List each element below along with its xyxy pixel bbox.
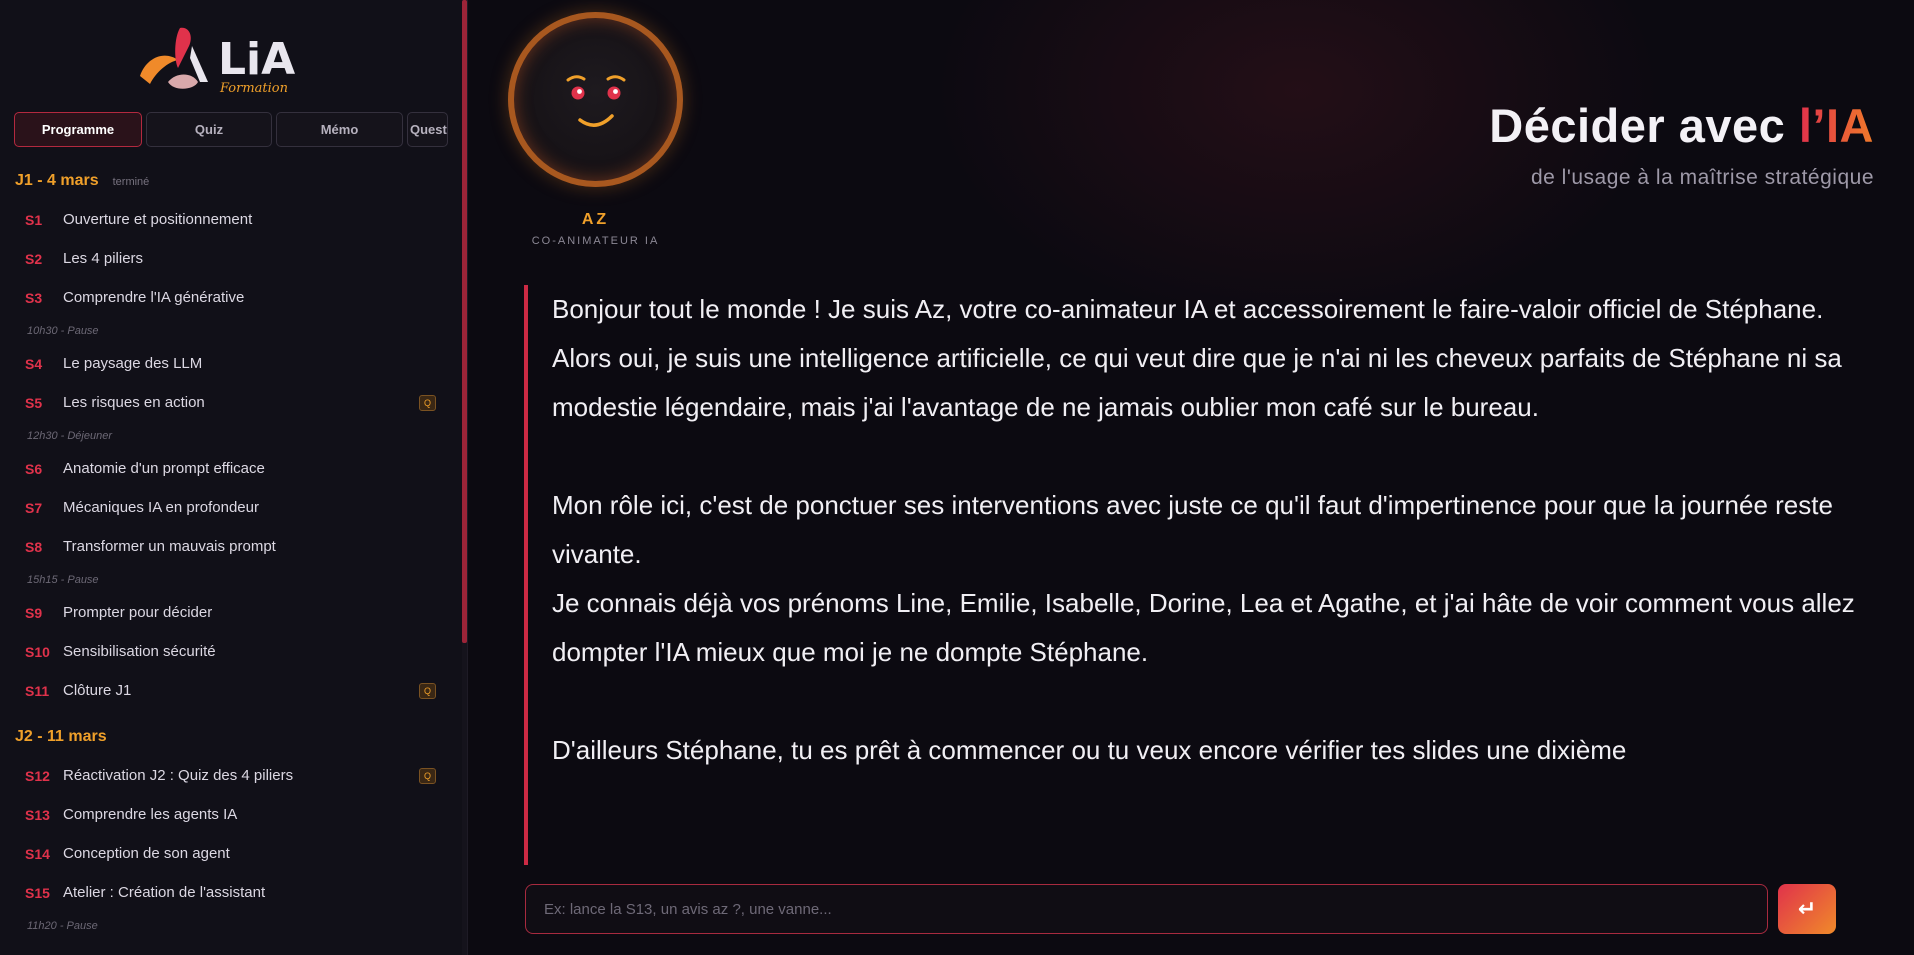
svg-text:LiA: LiA — [218, 34, 295, 85]
session-title: Les risques en action — [63, 394, 205, 411]
day-title: J2 - 11 mars — [15, 728, 107, 745]
session-title: Le paysage des LLM — [63, 355, 203, 372]
session-code: S9 — [25, 604, 43, 621]
page-title-accent: l’IA — [1798, 99, 1874, 152]
session-item-s15[interactable]: S15 Atelier : Création de l'assistant — [0, 873, 460, 912]
sidebar-tabs: Programme Quiz Mémo Quest — [14, 112, 448, 147]
session-title: Prompter pour décider — [63, 604, 213, 621]
session-code: S3 — [25, 289, 43, 306]
page-subtitle: de l'usage à la maîtrise stratégique — [1530, 166, 1874, 189]
page-title-main: Décider avec — [1489, 99, 1799, 152]
session-title: Comprendre les agents IA — [63, 806, 238, 823]
session-title: Ouverture et positionnement — [63, 211, 253, 228]
pause-label: 15h15 - Pause — [27, 573, 99, 586]
session-code: S10 — [25, 643, 50, 660]
session-code: S6 — [25, 460, 43, 477]
session-title: Réactivation J2 : Quiz des 4 piliers — [63, 767, 294, 784]
session-item-s11[interactable]: S11 Clôture J1 Q — [0, 671, 460, 710]
day-title: J1 - 4 mars — [15, 172, 99, 189]
session-code: S12 — [25, 767, 50, 784]
avatar-name: AZ — [581, 211, 610, 228]
session-code: S11 — [25, 682, 50, 699]
sidebar-scrollbar-thumb[interactable] — [462, 0, 467, 643]
session-title: Comprendre l'IA générative — [63, 289, 245, 306]
session-title: Les 4 piliers — [63, 250, 144, 267]
session-code: S13 — [25, 806, 50, 823]
session-item-s3[interactable]: S3 Comprendre l'IA générative — [0, 278, 460, 317]
message-paragraph: Mon rôle ici, c'est de ponctuer ses inte… — [552, 490, 1833, 569]
sidebar: LiA Formation Programme Quiz Mémo Quest … — [0, 0, 468, 955]
session-item-s4[interactable]: S4 Le paysage des LLM — [0, 344, 460, 383]
session-title: Transformer un mauvais prompt — [63, 538, 276, 555]
message-paragraph: Alors oui, je suis une intelligence arti… — [552, 343, 1842, 422]
message-paragraph: Bonjour tout le monde ! Je suis Az, votr… — [552, 294, 1824, 324]
session-code: S4 — [25, 355, 43, 372]
quiz-badge[interactable]: Q — [419, 768, 436, 784]
session-code: S7 — [25, 499, 43, 516]
brand-logo: LiA Formation — [138, 24, 328, 96]
face-icon — [566, 75, 626, 127]
session-item-s6[interactable]: S6 Anatomie d'un prompt efficace — [0, 449, 460, 488]
day-separator — [0, 710, 460, 728]
session-code: S15 — [25, 884, 50, 901]
app-window: LiA Formation Programme Quiz Mémo Quest … — [0, 0, 1914, 955]
session-code: S5 — [25, 394, 43, 411]
session-item-s2[interactable]: S2 Les 4 piliers — [0, 239, 460, 278]
tab-programme[interactable]: Programme — [14, 112, 142, 147]
avatar-block: AZ CO-ANIMATEUR IA — [508, 12, 683, 270]
session-title: Atelier : Création de l'assistant — [63, 884, 266, 901]
session-item-s5[interactable]: S5 Les risques en action Q — [0, 383, 460, 422]
message-paragraph: D'ailleurs Stéphane, tu es prêt à commen… — [552, 735, 1627, 765]
session-item-s10[interactable]: S10 Sensibilisation sécurité — [0, 632, 460, 671]
day-header: J1 - 4 mars terminé — [0, 172, 460, 200]
tab-quest[interactable]: Quest — [407, 112, 448, 147]
session-title: Anatomie d'un prompt efficace — [63, 460, 265, 477]
chat-input[interactable] — [525, 884, 1768, 934]
assistant-message: Bonjour tout le monde ! Je suis Az, votr… — [524, 285, 1874, 865]
tab-memo[interactable]: Mémo — [276, 112, 403, 147]
session-item-s8[interactable]: S8 Transformer un mauvais prompt — [0, 527, 460, 566]
session-item-s1[interactable]: S1 Ouverture et positionnement — [0, 200, 460, 239]
day-header: J2 - 11 mars — [0, 728, 460, 756]
session-code: S1 — [25, 211, 43, 228]
session-item-s12[interactable]: S12 Réactivation J2 : Quiz des 4 piliers… — [0, 756, 460, 795]
avatar — [508, 12, 683, 187]
lia-logo-icon: LiA Formation — [140, 27, 295, 96]
quiz-badge[interactable]: Q — [419, 395, 436, 411]
chat-input-row: ↵ — [525, 884, 1857, 934]
day-status: terminé — [112, 176, 150, 188]
pause-label: 12h30 - Déjeuner — [27, 429, 113, 442]
svg-text:Formation: Formation — [219, 81, 288, 96]
sidebar-scrollbar[interactable] — [462, 0, 467, 955]
avatar-role: CO-ANIMATEUR IA — [531, 235, 660, 247]
session-item-s7[interactable]: S7 Mécaniques IA en profondeur — [0, 488, 460, 527]
tab-quiz[interactable]: Quiz — [146, 112, 272, 147]
pause-label: 10h30 - Pause — [27, 324, 99, 337]
quiz-badge[interactable]: Q — [419, 683, 436, 699]
session-code: S14 — [25, 845, 50, 862]
main-panel: AZ CO-ANIMATEUR IA Décider avec l’IA de … — [468, 0, 1914, 955]
session-title: Mécaniques IA en profondeur — [63, 499, 259, 516]
session-title: Sensibilisation sécurité — [63, 643, 216, 660]
message-paragraph: Je connais déjà vos prénoms Line, Emilie… — [552, 588, 1855, 667]
session-title: Conception de son agent — [63, 845, 230, 862]
pause-label: 11h20 - Pause — [27, 919, 98, 932]
session-code: S2 — [25, 250, 43, 267]
program-list: J1 - 4 mars terminé S1 Ouverture et posi… — [0, 172, 460, 939]
session-item-s14[interactable]: S14 Conception de son agent — [0, 834, 460, 873]
session-item-s13[interactable]: S13 Comprendre les agents IA — [0, 795, 460, 834]
session-item-s9[interactable]: S9 Prompter pour décider — [0, 593, 460, 632]
session-code: S8 — [25, 538, 43, 555]
session-title: Clôture J1 — [63, 682, 132, 699]
page-title: Décider avec l’IA — [1489, 98, 1874, 153]
send-button[interactable]: ↵ — [1778, 884, 1836, 934]
